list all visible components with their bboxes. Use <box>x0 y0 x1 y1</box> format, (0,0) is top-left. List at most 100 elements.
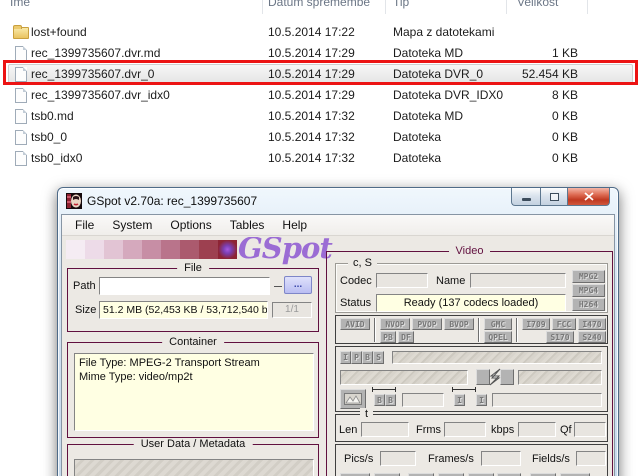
file-group: File Path ... Size 51.2 MB (52,453 KB / … <box>67 262 319 332</box>
s170-button[interactable]: S170 <box>546 331 574 343</box>
file-type: Datoteka <box>393 130 442 144</box>
file-row-tsb0-md[interactable]: tsb0.md 10.5.2014 17:32 Datoteka MD 0 KB <box>0 106 641 127</box>
size-label: Size <box>75 304 97 316</box>
i-frame-button[interactable]: I <box>340 351 351 364</box>
container-mime-type: Mime Type: video/mp2t <box>79 371 193 383</box>
column-header-size[interactable]: Velikost <box>517 0 558 9</box>
file-name: tsb0_idx0 <box>31 151 83 165</box>
i470-button[interactable]: I470 <box>578 318 606 330</box>
file-type: Datoteka <box>393 151 442 165</box>
mpg4-button[interactable]: MPG4 <box>572 284 605 297</box>
s-frame-button[interactable]: S <box>373 351 384 364</box>
column-divider[interactable] <box>587 0 588 14</box>
fcc-button[interactable]: FCC <box>552 318 576 330</box>
column-header-type[interactable]: Tip <box>393 0 409 9</box>
file-icon <box>13 88 29 103</box>
path-label: Path <box>73 280 96 292</box>
frms-box <box>444 422 486 437</box>
file-date: 10.5.2014 17:32 <box>268 151 355 165</box>
file-date: 10.5.2014 17:29 <box>268 88 355 102</box>
userdata-box <box>74 459 314 476</box>
scene-change-icon <box>476 368 514 386</box>
landscape-icon <box>344 393 362 405</box>
minimize-button[interactable] <box>511 188 540 206</box>
window-body: File System Options Tables Help GSpot Fi… <box>61 214 615 476</box>
b-frame-button[interactable]: B <box>362 351 373 364</box>
i2-button[interactable]: I <box>476 394 487 406</box>
menu-tables[interactable]: Tables <box>221 216 274 234</box>
file-name: tsb0.md <box>31 109 74 123</box>
file-type: Datoteka MD <box>393 109 464 123</box>
pb-button[interactable]: PB <box>380 331 396 343</box>
gmc-button[interactable]: GMC <box>484 318 512 330</box>
file-type: Datoteka MD <box>393 46 464 60</box>
close-button[interactable] <box>568 188 610 206</box>
i709-button[interactable]: I709 <box>522 318 550 330</box>
file-size: 0 KB <box>551 151 578 165</box>
size-value: 51.2 MB (52,453 KB / 53,712,540 b <box>99 301 268 319</box>
file-row-tsb0-idx0[interactable]: tsb0_idx0 10.5.2014 17:32 Datoteka 0 KB <box>0 148 641 169</box>
menu-help[interactable]: Help <box>273 216 316 234</box>
maximize-button[interactable] <box>540 188 568 206</box>
b1-button[interactable]: B <box>374 394 385 406</box>
picture-icon-button[interactable] <box>340 389 366 409</box>
title-bar[interactable]: GSpot v2.70a: rec_1399735607 <box>58 188 618 214</box>
frms-label: Frms <box>416 424 442 436</box>
client-area: GSpot File Path ... Size 51.2 MB (52,453… <box>62 237 614 476</box>
pvop-button[interactable]: PVOP <box>412 318 442 330</box>
len-label: Len <box>339 424 358 436</box>
menu-file[interactable]: File <box>66 216 103 234</box>
menu-options[interactable]: Options <box>161 216 220 234</box>
container-group-label: Container <box>162 336 224 348</box>
file-name: rec_1399735607.dvr_idx0 <box>31 88 170 102</box>
s240-button[interactable]: S240 <box>578 331 606 343</box>
file-type: Mapa z datotekami <box>393 25 495 39</box>
file-row-tsb0-0[interactable]: tsb0_0 10.5.2014 17:32 Datoteka 0 KB <box>0 127 641 148</box>
file-date: 10.5.2014 17:22 <box>268 25 355 39</box>
bvop-button[interactable]: BVOP <box>444 318 474 330</box>
t-label: t <box>360 408 374 420</box>
userdata-group-label: User Data / Metadata <box>133 438 253 450</box>
menu-system[interactable]: System <box>103 216 161 234</box>
path-input[interactable] <box>99 277 270 295</box>
maximize-icon <box>549 192 559 201</box>
b2-button[interactable]: B <box>385 394 396 406</box>
i1-button[interactable]: I <box>454 394 465 406</box>
container-file-type: File Type: MPEG-2 Transport Stream <box>79 357 260 369</box>
column-divider[interactable] <box>385 0 386 14</box>
red-highlight-annotation <box>3 60 638 85</box>
fields-label: Fields/s <box>532 453 570 465</box>
column-header-date[interactable]: Datum spremembe <box>268 0 370 9</box>
window-controls <box>511 188 610 206</box>
file-row-dvr-idx0[interactable]: rec_1399735607.dvr_idx0 10.5.2014 17:29 … <box>0 85 641 106</box>
file-row-lost-found[interactable]: lost+found 10.5.2014 17:22 Mapa z datote… <box>0 22 641 43</box>
column-divider[interactable] <box>506 0 507 14</box>
avid-button[interactable]: AVID <box>340 318 370 330</box>
frame-sequence-box <box>392 351 602 364</box>
flag-separator <box>374 318 375 342</box>
p-frame-button[interactable]: P <box>351 351 362 364</box>
qpel-button[interactable]: QPEL <box>484 331 512 343</box>
flag-separator <box>516 318 517 342</box>
status-label: Status <box>340 297 372 309</box>
pics-label: Pics/s <box>344 453 374 465</box>
column-header-name[interactable]: Ime <box>10 0 30 9</box>
browse-button[interactable]: ... <box>284 276 312 294</box>
nvop-button[interactable]: NVOP <box>380 318 410 330</box>
b-interval-box <box>402 393 444 407</box>
df-button[interactable]: DF <box>398 331 414 343</box>
file-size: 1 KB <box>551 46 578 60</box>
mpg2-button[interactable]: MPG2 <box>572 270 605 283</box>
file-icon <box>13 130 29 145</box>
file-icon <box>13 46 29 61</box>
file-icon <box>13 109 29 124</box>
kbps-label: kbps <box>491 424 515 436</box>
file-size: 0 KB <box>551 109 578 123</box>
qf-label: Qf <box>560 424 572 436</box>
gspot-logo: GSpot <box>238 237 333 265</box>
folder-icon <box>13 25 29 40</box>
flag-separator <box>478 318 479 342</box>
h264-button[interactable]: H264 <box>572 298 605 311</box>
column-divider[interactable] <box>262 0 263 14</box>
minimize-icon <box>521 198 531 201</box>
